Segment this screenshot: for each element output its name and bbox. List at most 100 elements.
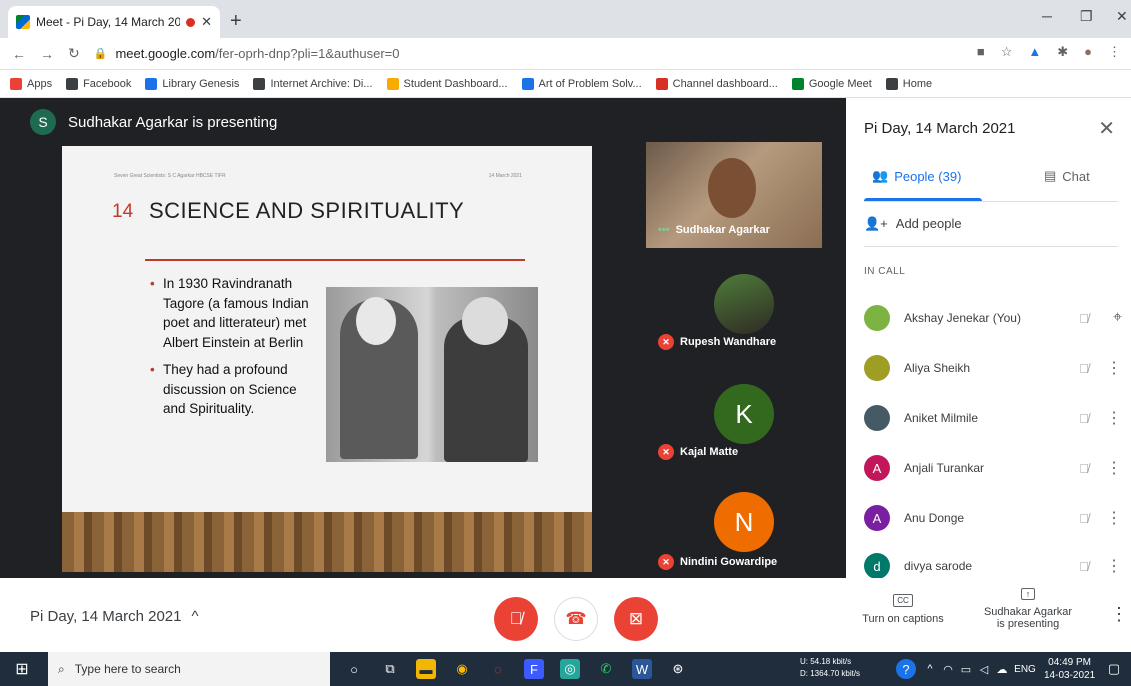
slide-bullets: In 1930 Ravindranath Tagore (a famous In… [150,274,310,427]
windows-start-icon[interactable]: ⊞ [12,659,32,679]
bookmark-favicon-icon [885,77,898,90]
microphone-off-button[interactable]: 🎙̸ [494,597,538,641]
download-speed: D: 1364.70 kbit/s [800,669,861,678]
more-options-button[interactable]: ⋮ [1110,604,1128,625]
more-options-icon[interactable]: ⋮ [1096,408,1122,428]
profile-avatar-icon[interactable]: ● [1084,44,1092,60]
participant-row[interactable]: Akshay Jenekar (You) 🎙̸ ⌖ [864,302,1122,334]
add-people-button[interactable]: 👤+ Add people [864,216,962,232]
bookmark-favicon-icon [791,77,804,90]
present-screen-icon: ↑ [1020,588,1036,600]
whatsapp-icon[interactable]: ✆ [596,659,616,679]
back-arrow-icon[interactable]: ← [12,46,26,62]
bookmark-item[interactable]: Facebook [66,77,131,90]
bookmark-item[interactable]: Art of Problem Solv... [521,77,642,90]
more-options-icon[interactable]: ⋮ [1096,556,1122,576]
panel-title: Pi Day, 14 March 2021 [864,120,1016,137]
tab-title: Meet - Pi Day, 14 March 202 [36,15,181,29]
bookmark-item[interactable]: Google Meet [791,77,872,90]
extensions-area: ■ ☆ ▲ ✱ ● ⋮ [977,44,1121,60]
close-panel-icon[interactable]: ✕ [1098,116,1115,141]
reload-icon[interactable]: ↻ [68,45,80,62]
bookmark-item[interactable]: Library Genesis [145,77,239,90]
camera-icon[interactable]: ■ [977,44,985,60]
participant-tile[interactable]: ••• Sudhakar Agarkar [646,142,822,248]
windows-taskbar: ⊞ ⌕ Type here to search ○ ⧉ ▬ ◉ ◌ F ◎ ✆ … [0,652,1131,686]
wifi-icon[interactable]: ◠ [938,659,958,679]
bookmark-item[interactable]: Home [885,77,932,90]
tab-people[interactable]: 👥 People (39) [872,168,961,184]
app-icon[interactable]: F [524,659,544,679]
participant-row[interactable]: A Anu Donge 🎙̸ ⋮ [864,502,1122,534]
battery-icon[interactable]: ▭ [956,659,976,679]
tab-chat[interactable]: ▤ Chat [1044,168,1090,184]
participant-tile[interactable]: ✕ Rupesh Wandhare [646,252,822,358]
language-indicator[interactable]: ENG [1012,659,1038,679]
puzzle-icon[interactable]: ✱ [1057,44,1068,60]
chrome-icon[interactable]: ◉ [452,659,472,679]
muted-mic-icon: ✕ [658,334,674,350]
cortana-icon[interactable]: ○ [344,659,364,679]
volume-icon[interactable]: ◁ [974,659,994,679]
bookmark-favicon-icon [10,77,22,90]
bookmark-star-icon[interactable]: ☆ [1001,44,1013,60]
more-options-icon[interactable]: ⋮ [1096,508,1122,528]
participant-row[interactable]: Aliya Sheikh 🎙̸ ⋮ [864,352,1122,384]
omnibox[interactable]: 🔒 meet.google.com/fer-oprh-dnp?pli=1&aut… [94,46,400,61]
avatar: A [864,505,890,531]
browser-tab[interactable]: Meet - Pi Day, 14 March 202 ✕ [8,6,220,38]
forward-arrow-icon[interactable]: → [40,46,54,62]
bookmark-favicon-icon [386,77,399,90]
add-people-label: Add people [895,216,962,231]
close-window-button[interactable]: ✕ [1116,8,1128,25]
bookmark-favicon-icon [145,77,158,90]
participant-row[interactable]: Aniket Milmile 🎙̸ ⋮ [864,402,1122,434]
camera-off-button[interactable]: ⊠ [614,597,658,641]
tray-chevron-up-icon[interactable]: ^ [920,659,940,679]
slide-wood-floor [62,512,592,572]
bookmark-item[interactable]: Channel dashboard... [655,77,778,90]
participant-tile[interactable]: N ✕ Nindini Gowardipe [646,472,822,578]
participant-tile[interactable]: K ✕ Kajal Matte [646,362,822,468]
menu-kebab-icon[interactable]: ⋮ [1108,44,1121,60]
mic-off-icon: 🎙̸ [1079,310,1089,326]
pin-icon[interactable]: ⌖ [1096,309,1122,327]
file-explorer-icon[interactable]: ▬ [416,659,436,679]
section-divider [864,246,1118,247]
help-icon[interactable]: ? [896,659,916,679]
meet-stage: S Sudhakar Agarkar is presenting Seven G… [0,98,846,578]
notifications-icon[interactable]: ▢ [1104,659,1124,679]
muted-mic-icon: ✕ [658,554,674,570]
app-icon[interactable]: ◎ [560,659,580,679]
maximize-button[interactable]: ❐ [1080,8,1093,25]
browser-tab-bar: Meet - Pi Day, 14 March 202 ✕ + ─ ❐ ✕ [0,0,1131,38]
app-icon[interactable]: ⊛ [668,659,688,679]
bookmark-favicon-icon [521,77,534,90]
meeting-details-button[interactable]: Pi Day, 14 March 2021 ^ [30,608,199,625]
opera-icon[interactable]: ◌ [488,659,508,679]
close-tab-icon[interactable]: ✕ [201,14,212,30]
minimize-button[interactable]: ─ [1042,8,1052,24]
bookmark-label: Internet Archive: Di... [270,77,373,90]
more-options-icon[interactable]: ⋮ [1096,458,1122,478]
mic-off-icon: 🎙̸ [509,609,523,628]
captions-button[interactable]: CC Turn on captions [858,594,948,625]
extension-icon[interactable]: ▲ [1028,44,1041,60]
participant-row[interactable]: A Anjali Turankar 🎙̸ ⋮ [864,452,1122,484]
present-button[interactable]: ↑ Sudhakar Agarkar is presenting [978,588,1078,630]
bookmark-item[interactable]: Apps [10,77,53,90]
more-options-icon[interactable]: ⋮ [1096,358,1122,378]
new-tab-button[interactable]: + [230,10,242,33]
onedrive-icon[interactable]: ☁ [992,659,1012,679]
taskbar-search[interactable]: ⌕ Type here to search [48,652,330,686]
bookmark-item[interactable]: Student Dashboard... [386,77,508,90]
bookmark-item[interactable]: Internet Archive: Di... [253,77,373,90]
participant-name: divya sarode [904,559,973,573]
leave-call-button[interactable]: ☎ [554,597,598,641]
bookmark-label: Apps [27,77,53,90]
task-view-icon[interactable]: ⧉ [380,659,400,679]
meeting-controls-bar: Pi Day, 14 March 2021 ^ 🎙̸ ☎ ⊠ CC Turn o… [0,578,1131,652]
clock[interactable]: 04:49 PM 14-03-2021 [1044,656,1095,682]
slide-number: 14 [112,201,134,222]
word-icon[interactable]: W [632,659,652,679]
